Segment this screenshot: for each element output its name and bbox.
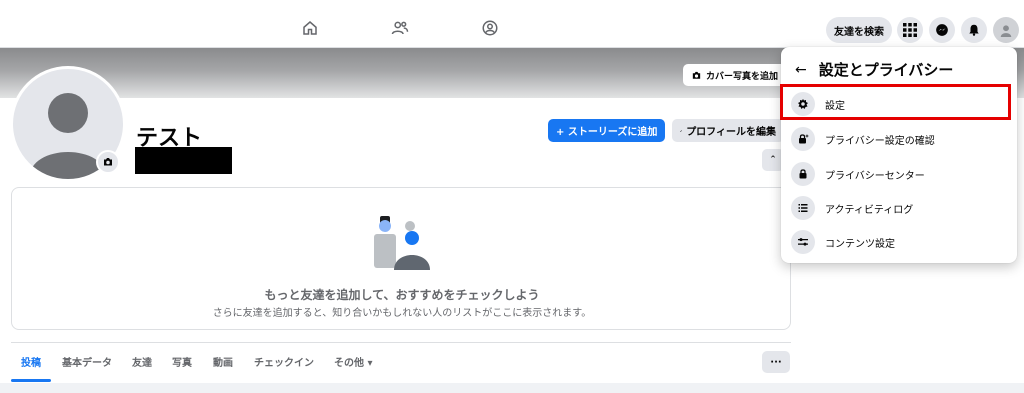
active-tab-indicator [11,379,51,382]
edit-profile-label: プロフィールを編集 [686,127,776,138]
search-friends-button[interactable]: 友達を検索 [826,17,892,43]
menu-header: ← 設定とプライバシー [795,59,953,80]
lock-sparkle-icon [791,127,815,151]
menu-item-label: アクティビティログ [825,204,914,216]
tab-checkins[interactable]: チェックイン [254,354,314,369]
chevron-up-icon: ⌃ [769,155,777,165]
menu-item-privacy-center[interactable]: プライバシーセンター [789,158,1011,190]
menu-item-activity-log[interactable]: アクティビティログ [789,192,1011,224]
home-icon[interactable] [300,18,320,38]
redacted-block [135,147,232,174]
menu-item-content-settings[interactable]: コンテンツ設定 [789,226,1011,258]
search-friends-label: 友達を検索 [834,26,884,38]
account-avatar-icon[interactable] [993,17,1019,43]
people-illustration-icon [374,216,430,270]
suggestion-subtitle: さらに友達を追加すると、知り合いかもしれない人のリストがここに表示されます。 [212,308,592,319]
messenger-icon[interactable] [929,17,955,43]
camera-icon [104,158,112,166]
menu-grid-icon[interactable] [897,17,923,43]
friend-suggestion-card: もっと友達を追加して、おすすめをチェックしよう さらに友達を追加すると、知り合い… [11,187,791,330]
friends-icon[interactable] [390,18,410,38]
sliders-icon [791,230,815,254]
update-profile-photo-button[interactable] [96,150,120,174]
menu-item-label: コンテンツ設定 [825,238,895,250]
edit-profile-button[interactable]: プロフィールを編集 [672,119,784,142]
lock-icon [791,162,815,186]
more-options-button[interactable]: ··· [762,351,790,373]
tab-videos[interactable]: 動画 [213,354,233,369]
top-navigation-bar: 友達を検索 [0,0,1024,48]
camera-icon [692,71,701,79]
tab-photos[interactable]: 写真 [172,354,192,369]
add-story-label: + ストーリーズに追加 [556,127,658,138]
tabs-divider [11,342,791,343]
menu-item-privacy-checkup[interactable]: プライバシー設定の確認 [789,123,1011,155]
page-background [0,383,1024,393]
tab-about[interactable]: 基本データ [62,354,112,369]
back-arrow-icon[interactable]: ← [795,62,807,78]
tab-friends[interactable]: 友達 [132,354,152,369]
bell-icon[interactable] [961,17,987,43]
menu-item-label: プライバシー設定の確認 [825,135,935,147]
pencil-icon [680,129,682,132]
groups-icon[interactable] [480,18,500,38]
add-cover-photo-label: カバー写真を追加 [706,71,779,82]
tab-posts[interactable]: 投稿 [21,354,41,369]
menu-item-label: プライバシーセンター [825,170,925,182]
settings-privacy-menu: ← 設定とプライバシー 設定 プライバシー設定の確認 プライバシーセンター アク… [781,47,1017,263]
list-icon [791,196,815,220]
menu-title: 設定とプライバシー [818,61,954,79]
suggestion-title: もっと友達を追加して、おすすめをチェックしよう [264,288,540,302]
add-story-button[interactable]: + ストーリーズに追加 [548,119,666,142]
tab-more[interactable]: その他 ▾ [334,354,373,369]
more-dots-icon: ··· [770,356,782,368]
add-cover-photo-button[interactable]: カバー写真を追加 [683,64,793,86]
settings-highlight-box [780,84,1011,120]
